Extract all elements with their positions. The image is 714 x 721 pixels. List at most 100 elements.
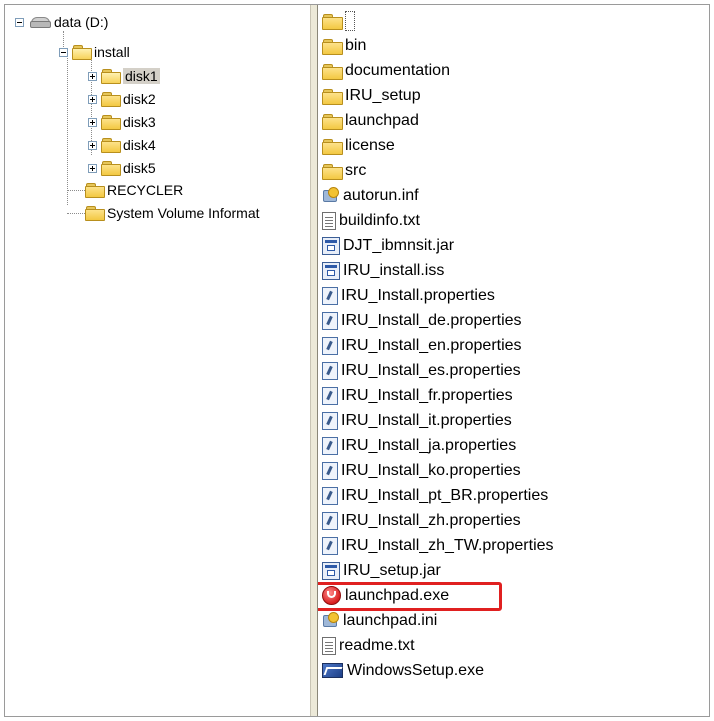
list-item[interactable]: IRU_install.iss xyxy=(322,259,444,283)
folder-icon xyxy=(322,113,343,130)
folder-open-icon xyxy=(101,69,121,84)
file-name: autorun.inf xyxy=(343,187,419,204)
tree-item-label: disk1 xyxy=(123,68,160,84)
file-name: IRU_Install_de.properties xyxy=(341,312,522,329)
list-item[interactable]: DJT_ibmnsit.jar xyxy=(322,234,454,258)
list-item-launchpad-exe[interactable]: launchpad.exe xyxy=(322,584,449,608)
list-item[interactable]: license xyxy=(322,134,395,158)
list-item[interactable]: IRU_Install_fr.properties xyxy=(322,384,513,408)
list-item[interactable]: launchpad xyxy=(322,109,419,133)
properties-file-icon xyxy=(322,337,338,355)
properties-file-icon xyxy=(322,362,338,380)
tree-item-label: System Volume Informat xyxy=(107,205,260,221)
collapse-icon[interactable] xyxy=(15,17,24,27)
list-item[interactable]: IRU_Install_es.properties xyxy=(322,359,521,383)
tree-item-recycler[interactable]: RECYCLER xyxy=(85,179,183,201)
tree-item-disk3[interactable]: disk3 xyxy=(88,111,156,133)
tree-item-disk1[interactable]: disk1 xyxy=(88,65,160,87)
file-name: IRU_install.iss xyxy=(343,262,445,279)
list-item[interactable]: IRU_Install_ko.properties xyxy=(322,459,521,483)
list-item[interactable]: IRU_Install_it.properties xyxy=(322,409,512,433)
list-item[interactable]: readme.txt xyxy=(322,634,415,658)
tree-item-install[interactable]: install xyxy=(59,41,130,63)
list-item[interactable]: IRU_Install.properties xyxy=(322,284,495,308)
folder-icon xyxy=(85,206,105,221)
tree-item-label: install xyxy=(94,44,130,60)
file-name: DJT_ibmnsit.jar xyxy=(343,237,455,254)
list-item[interactable]: autorun.inf xyxy=(322,184,419,208)
expand-icon[interactable] xyxy=(88,94,97,104)
list-item[interactable]: buildinfo.txt xyxy=(322,209,420,233)
expand-icon[interactable] xyxy=(88,163,97,173)
list-item[interactable]: documentation xyxy=(322,59,450,83)
list-item[interactable]: IRU_Install_zh_TW.properties xyxy=(322,534,554,558)
file-name: license xyxy=(345,137,395,154)
file-name xyxy=(345,11,355,31)
folder-icon xyxy=(322,38,343,55)
file-name: IRU_Install_zh.properties xyxy=(341,512,521,529)
list-item[interactable]: WindowsSetup.exe xyxy=(322,659,484,683)
folder-icon xyxy=(101,161,121,176)
drive-icon xyxy=(30,16,51,28)
file-name: IRU_Install_zh_TW.properties xyxy=(341,537,554,554)
tree-item-disk2[interactable]: disk2 xyxy=(88,88,156,110)
properties-file-icon xyxy=(322,287,338,305)
file-name: IRU_Install.properties xyxy=(341,287,495,304)
list-item[interactable]: IRU_setup.jar xyxy=(322,559,441,583)
tree-item-label: disk5 xyxy=(123,160,156,176)
folder-open-icon xyxy=(72,45,92,60)
list-item[interactable]: bin xyxy=(322,34,366,58)
setup-exe-icon xyxy=(322,662,344,680)
text-file-icon xyxy=(322,212,336,230)
file-name: launchpad.exe xyxy=(345,587,450,604)
list-item[interactable]: launchpad.ini xyxy=(322,609,437,633)
tree-item-label: disk4 xyxy=(123,137,156,153)
folder-icon xyxy=(101,138,121,153)
list-item[interactable]: IRU_Install_de.properties xyxy=(322,309,522,333)
tree-connector xyxy=(67,190,85,191)
tree-item-disk5[interactable]: disk5 xyxy=(88,157,156,179)
file-name: documentation xyxy=(345,62,450,79)
file-list-pane: bin documentation IRU_setup launchpad li… xyxy=(318,5,709,716)
file-name: readme.txt xyxy=(339,637,415,654)
folder-icon xyxy=(322,138,343,155)
list-item[interactable]: IRU_Install_pt_BR.properties xyxy=(322,484,548,508)
settings-file-icon xyxy=(322,612,340,630)
list-item[interactable]: IRU_Install_ja.properties xyxy=(322,434,516,458)
folder-icon xyxy=(322,88,343,105)
file-name: IRU_Install_fr.properties xyxy=(341,387,513,404)
collapse-icon[interactable] xyxy=(59,47,68,57)
file-name: buildinfo.txt xyxy=(339,212,420,229)
properties-file-icon xyxy=(322,312,338,330)
file-name: IRU_Install_pt_BR.properties xyxy=(341,487,549,504)
tree-item-label: data (D:) xyxy=(54,14,109,30)
tree-item-drive-d[interactable]: data (D:) xyxy=(15,11,108,33)
launchpad-exe-icon xyxy=(322,586,342,606)
file-name: IRU_Install_ja.properties xyxy=(341,437,517,454)
file-name: IRU_setup.jar xyxy=(343,562,441,579)
folder-icon xyxy=(85,183,105,198)
folder-icon xyxy=(101,115,121,130)
properties-file-icon xyxy=(322,512,338,530)
explorer-window: data (D:) install disk1 disk2 disk3 disk… xyxy=(4,4,710,717)
list-item[interactable]: src xyxy=(322,159,366,183)
list-item[interactable]: IRU_Install_zh.properties xyxy=(322,509,521,533)
pane-splitter[interactable] xyxy=(310,5,318,716)
expand-icon[interactable] xyxy=(88,117,97,127)
tree-item-label: disk3 xyxy=(123,114,156,130)
application-file-icon xyxy=(322,237,340,255)
file-name: IRU_setup xyxy=(345,87,421,104)
list-item-parent-folder[interactable] xyxy=(322,9,355,33)
expand-icon[interactable] xyxy=(88,140,97,150)
tree-item-system-volume[interactable]: System Volume Informat xyxy=(85,202,260,224)
properties-file-icon xyxy=(322,537,338,555)
expand-icon[interactable] xyxy=(88,71,97,81)
tree-item-disk4[interactable]: disk4 xyxy=(88,134,156,156)
list-item[interactable]: IRU_Install_en.properties xyxy=(322,334,522,358)
file-name: WindowsSetup.exe xyxy=(347,662,484,679)
list-item[interactable]: IRU_setup xyxy=(322,84,421,108)
settings-file-icon xyxy=(322,187,340,205)
folder-icon xyxy=(322,63,343,80)
file-name: bin xyxy=(345,37,367,54)
file-name: IRU_Install_ko.properties xyxy=(341,462,521,479)
